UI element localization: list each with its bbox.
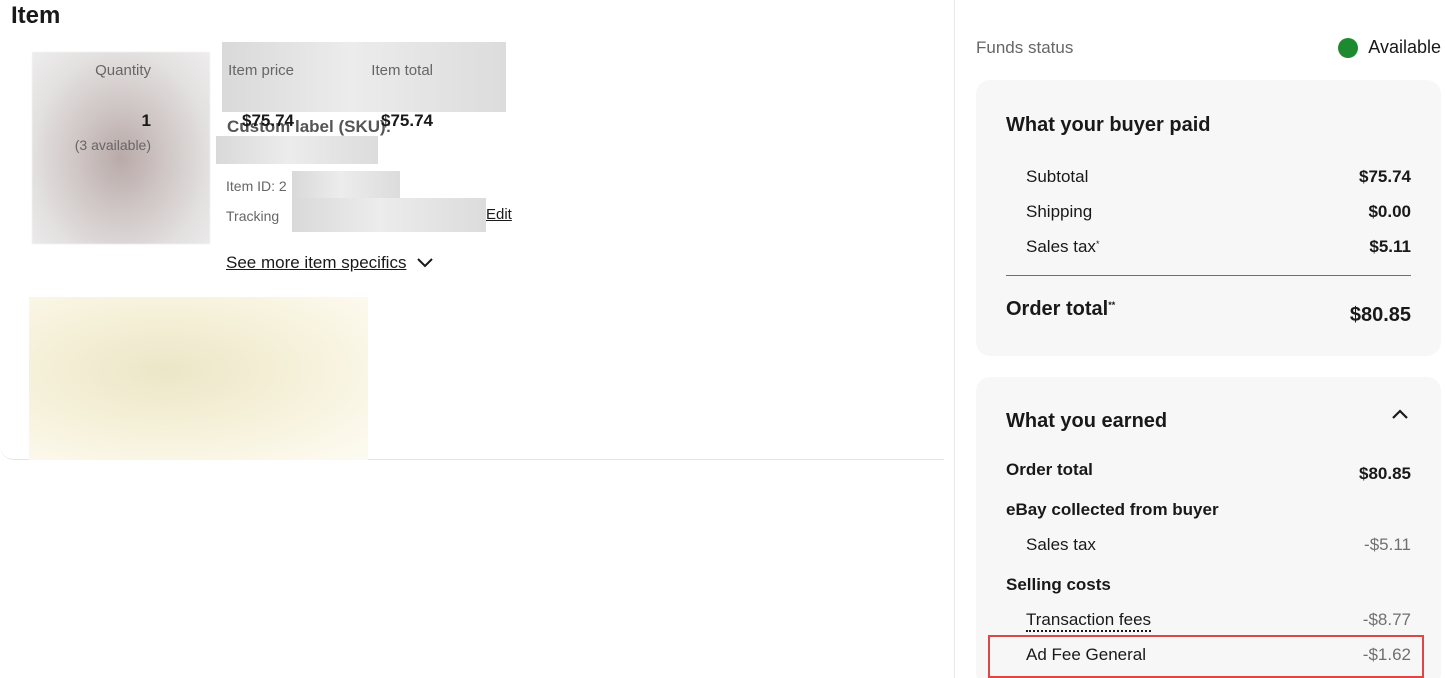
summary-divider: [1006, 275, 1411, 276]
earned-order-total-value: $80.85: [1359, 464, 1411, 483]
item-total-value: $75.74: [381, 111, 433, 130]
transaction-fees-value: -$8.77: [1362, 610, 1411, 629]
ad-fee-value: -$1.62: [1362, 645, 1411, 664]
ad-fee-row: Ad Fee General -$1.62: [1006, 645, 1411, 665]
order-summary-sidebar: Funds status Available What your buyer p…: [954, 0, 1445, 678]
subtotal-value: $75.74: [1359, 167, 1411, 186]
buyer-paid-title: What your buyer paid: [1006, 114, 1211, 136]
quantity-header: Quantity: [95, 62, 151, 79]
status-dot-icon: [1338, 37, 1359, 58]
collected-sales-tax-value: -$5.11: [1364, 535, 1411, 554]
item-card: Item Custom label (SKU): Item ID: 2 Trac…: [0, 0, 944, 460]
redacted-sku: [216, 136, 378, 164]
see-more-label: See more item specifics: [226, 253, 407, 272]
order-total-value: $80.85: [1349, 304, 1411, 326]
sales-tax-footnote-mark: *: [1095, 239, 1100, 249]
funds-status: Available: [1338, 37, 1441, 58]
available-quantity: (3 available): [74, 137, 151, 153]
item-total-header: Item total: [371, 62, 433, 79]
funds-status-value: Available: [1368, 37, 1441, 57]
ad-fee-label: Ad Fee General: [1026, 645, 1147, 664]
item-price-header: Item price: [228, 62, 294, 79]
subtotal-row: Subtotal $75.74: [1006, 167, 1411, 187]
chevron-down-icon: [417, 258, 434, 268]
edit-tracking-link[interactable]: Edit: [486, 206, 512, 223]
item-section-title: Item: [11, 2, 61, 29]
funds-status-label: Funds status: [976, 38, 1074, 57]
item-id-label: Item ID: 2: [226, 178, 287, 194]
collected-sales-tax-row: Sales tax -$5.11: [1006, 535, 1411, 555]
transaction-fees-row: Transaction fees -$8.77: [1006, 610, 1411, 632]
earned-panel: What you earned Order total $80.85 eBay …: [976, 377, 1441, 678]
sales-tax-value: $5.11: [1369, 237, 1411, 256]
redacted-note: [29, 297, 368, 460]
ebay-collected-label: eBay collected from buyer: [1006, 500, 1219, 519]
selling-costs-label: Selling costs: [1006, 575, 1111, 594]
item-price-value: $75.74: [242, 111, 294, 130]
ebay-collected-row: eBay collected from buyer: [1006, 500, 1411, 520]
sales-tax-label: Sales tax*: [1026, 237, 1100, 256]
quantity-value: 1: [141, 111, 151, 130]
earned-order-total-label: Order total: [1006, 460, 1093, 479]
order-total-footnote-mark: **: [1108, 300, 1116, 310]
collected-sales-tax-label: Sales tax: [1026, 535, 1096, 554]
transaction-fees-label[interactable]: Transaction fees: [1006, 610, 1152, 632]
shipping-row: Shipping $0.00: [1006, 202, 1411, 222]
transaction-fees-tooltip-trigger[interactable]: Transaction fees: [1026, 610, 1152, 632]
subtotal-label: Subtotal: [1026, 167, 1089, 186]
tracking-label: Tracking: [226, 208, 280, 224]
buyer-paid-panel: What your buyer paid Subtotal $75.74 Shi…: [976, 80, 1441, 356]
redacted-item-id: [292, 171, 400, 199]
earned-order-total-row: Order total $80.85: [1006, 460, 1411, 483]
earned-title: What you earned: [1006, 410, 1168, 432]
order-total-label: Order total**: [1006, 298, 1116, 320]
order-total-row: Order total** $80.85: [1006, 298, 1411, 326]
redacted-tracking-number: [292, 198, 486, 232]
chevron-up-icon[interactable]: [1389, 403, 1411, 425]
selling-costs-row: Selling costs: [1006, 575, 1411, 595]
see-more-item-specifics-link[interactable]: See more item specifics: [226, 253, 434, 273]
shipping-label: Shipping: [1026, 202, 1093, 221]
sales-tax-row: Sales tax* $5.11: [1006, 237, 1411, 257]
shipping-value: $0.00: [1368, 202, 1411, 221]
